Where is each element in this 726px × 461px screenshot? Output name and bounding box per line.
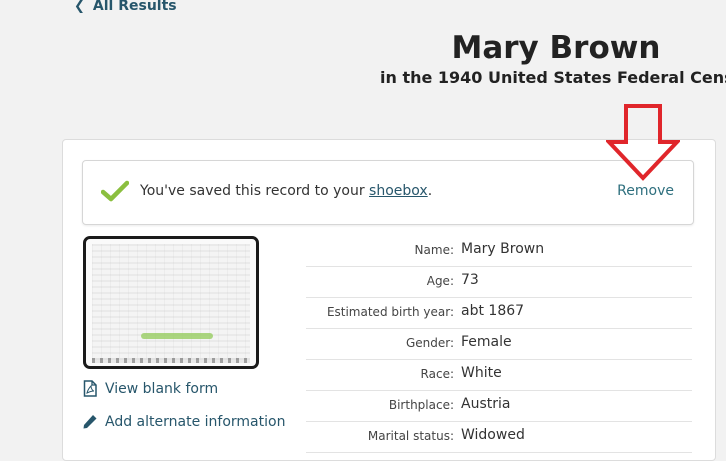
back-to-results-link[interactable]: ❮ All Results (74, 0, 177, 14)
saved-notice-prefix: You've saved this record to your (140, 183, 370, 199)
fact-value: Mary Brown (461, 241, 545, 257)
pdf-document-icon (83, 380, 97, 397)
fact-label: Estimated birth year: (326, 305, 454, 319)
census-scan-image (92, 244, 250, 360)
record-image-thumbnail[interactable] (83, 236, 259, 369)
fact-label: Birthplace: (388, 398, 454, 412)
fact-row-name: Name: Mary Brown (306, 236, 692, 267)
saved-to-shoebox-notice: You've saved this record to your shoebox… (82, 160, 694, 225)
record-person-name: Mary Brown (451, 30, 661, 66)
fact-value: abt 1867 (461, 303, 525, 319)
fact-row-age: Age: 73 (306, 267, 692, 298)
add-alternate-info-link[interactable]: Add alternate information (82, 413, 285, 430)
fact-row-birthplace: Birthplace: Austria (306, 391, 692, 422)
fact-row-gender: Gender: Female (306, 329, 692, 360)
record-collection-title: in the 1940 United States Federal Census (380, 68, 726, 87)
remove-from-shoebox-link[interactable]: Remove (617, 183, 674, 199)
scan-edge (92, 358, 250, 363)
fact-label: Age: (426, 274, 454, 288)
pencil-icon (83, 415, 97, 429)
fact-value: 73 (461, 272, 479, 288)
fact-label: Gender: (405, 336, 454, 350)
fact-value: Austria (461, 396, 511, 412)
add-alternate-info-label: Add alternate information (105, 413, 286, 430)
saved-notice-suffix: . (427, 183, 433, 199)
view-blank-form-link[interactable]: View blank form (82, 380, 218, 397)
saved-notice-text: You've saved this record to your shoebox… (140, 183, 432, 199)
fact-value: White (461, 365, 502, 381)
fact-row-marital-status: Marital status: Widowed (306, 422, 692, 453)
fact-row-birth-year: Estimated birth year: abt 1867 (306, 298, 692, 329)
fact-label: Name: (414, 243, 454, 257)
scan-highlight (141, 333, 213, 339)
down-arrow-annotation (606, 104, 680, 181)
record-facts-table: Name: Mary Brown Age: 73 Estimated birth… (306, 236, 692, 453)
chevron-left-icon: ❮ (74, 0, 85, 14)
view-blank-form-label: View blank form (105, 380, 219, 397)
fact-value: Female (461, 334, 512, 350)
fact-row-race: Race: White (306, 360, 692, 391)
back-link-label: All Results (92, 0, 177, 14)
checkmark-icon (101, 180, 129, 202)
fact-label: Race: (420, 367, 454, 381)
shoebox-link[interactable]: shoebox (369, 183, 428, 199)
